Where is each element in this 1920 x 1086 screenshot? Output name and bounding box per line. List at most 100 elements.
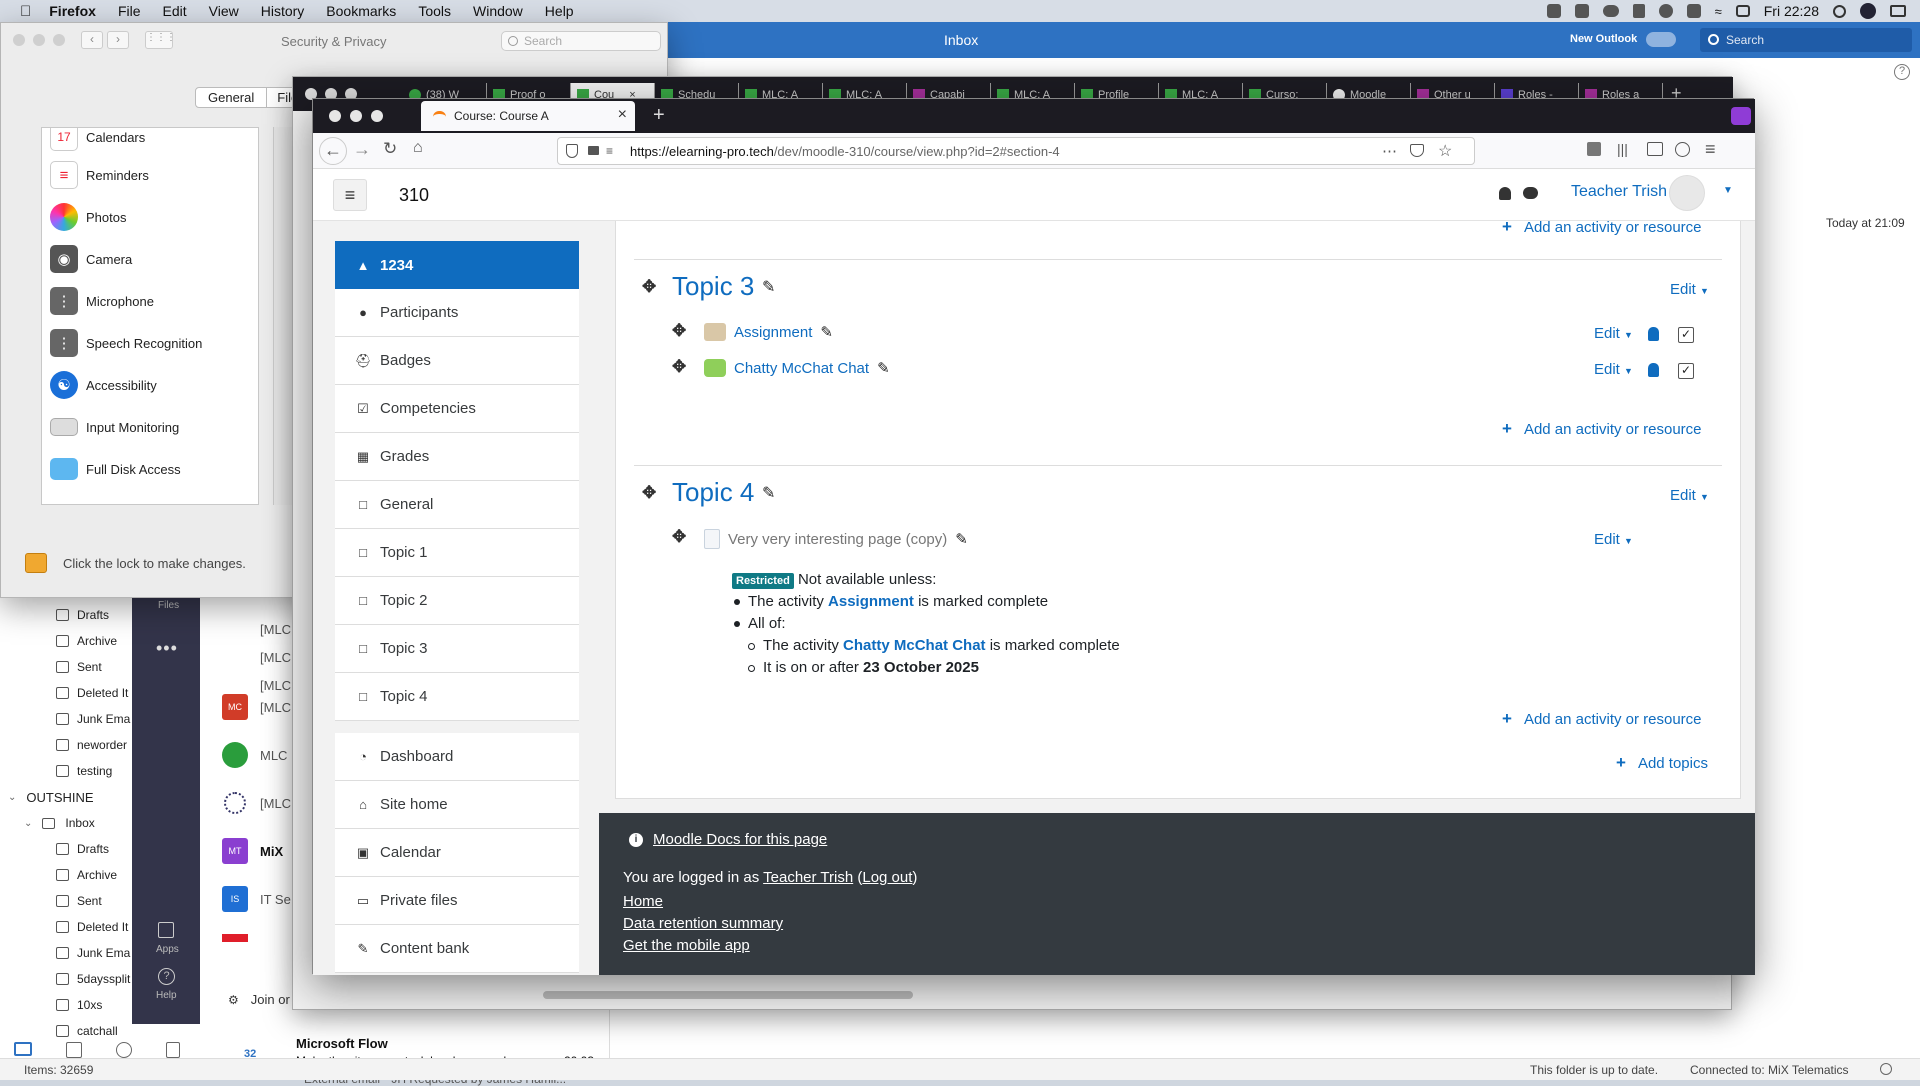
add-topics-link[interactable]: + Add topics — [1616, 753, 1708, 773]
home-icon[interactable]: ⌂ — [413, 139, 423, 157]
list-item[interactable]: [MLC — [260, 678, 291, 693]
activity-edit-menu[interactable]: Edit ▼ — [1594, 325, 1633, 342]
category-photos[interactable]: Photos — [50, 198, 126, 236]
apps-icon[interactable] — [158, 922, 174, 938]
forward-arrow-icon[interactable]: → — [353, 139, 371, 160]
nav-dashboard[interactable]: ◔ Dashboard — [335, 733, 579, 781]
close-icon[interactable]: × — [618, 106, 627, 124]
menu-help[interactable]: Help — [545, 3, 574, 19]
add-activity-link[interactable]: + Add an activity or resource — [1502, 709, 1702, 729]
nav-competencies[interactable]: ☑ Competencies — [335, 385, 579, 433]
profile-link[interactable]: Teacher Trish — [763, 869, 853, 886]
condition-activity-link[interactable]: Chatty McChat Chat — [843, 637, 986, 654]
user-name[interactable]: Teacher Trish — [1571, 183, 1667, 201]
status-icon[interactable] — [1574, 4, 1589, 18]
nav-participants[interactable]: ● Participants — [335, 289, 579, 337]
section-edit-menu[interactable]: Edit ▼ — [1670, 487, 1709, 504]
notification-icon[interactable] — [1890, 5, 1906, 17]
lock-row[interactable]: Click the lock to make changes. — [25, 553, 246, 573]
section-title-topic3[interactable]: Topic 3 — [672, 271, 754, 302]
move-icon[interactable]: ✥ — [642, 277, 656, 297]
more-icon[interactable]: ••• — [156, 638, 178, 659]
site-name[interactable]: 310 — [399, 185, 429, 206]
pocket-icon[interactable] — [1410, 144, 1424, 157]
spotlight-icon[interactable] — [1833, 4, 1846, 18]
drawer-toggle-button[interactable]: ≡ — [333, 179, 367, 211]
folder-item[interactable]: 10xs — [56, 998, 102, 1012]
minimize-button[interactable] — [33, 34, 45, 46]
move-icon[interactable]: ✥ — [672, 321, 686, 341]
sidebar-icon[interactable] — [1647, 142, 1663, 156]
account-header[interactable]: ⌄ OUTSHINE — [8, 790, 94, 805]
menu-history[interactable]: History — [261, 3, 305, 19]
folder-item[interactable]: Sent — [56, 894, 102, 908]
nav-section-topic1[interactable]: □ Topic 1 — [335, 529, 579, 577]
nav-section-topic3[interactable]: □ Topic 3 — [335, 625, 579, 673]
assign-roles-user-icon[interactable] — [1648, 327, 1659, 341]
outlook-help-icon[interactable]: ? — [1894, 64, 1910, 80]
list-item[interactable]: [MLC — [260, 796, 291, 811]
menubar-clock[interactable]: Fri 22:28 — [1764, 3, 1819, 19]
status-icon[interactable] — [1602, 5, 1619, 17]
menu-edit[interactable]: Edit — [163, 3, 187, 19]
list-item[interactable]: [MLC — [260, 700, 291, 715]
close-button[interactable] — [329, 110, 341, 122]
tasks-icon[interactable] — [166, 1042, 180, 1058]
user-menu-caret-icon[interactable]: ▼ — [1723, 185, 1733, 196]
activity-link[interactable]: Very very interesting page (copy) — [728, 531, 947, 548]
messages-icon[interactable] — [1523, 187, 1538, 199]
forward-button[interactable]: › — [107, 31, 129, 49]
add-activity-link[interactable]: + Add an activity or resource — [1502, 221, 1702, 237]
tab-general[interactable]: General — [195, 87, 268, 108]
section-edit-menu[interactable]: Edit ▼ — [1670, 281, 1709, 298]
horizontal-scrollbar[interactable] — [543, 991, 913, 999]
category-calendars[interactable]: 17 Calendars — [50, 128, 145, 156]
activity-assignment[interactable]: Assignment ✎ — [704, 323, 833, 341]
category-accessibility[interactable]: ☯ Accessibility — [50, 366, 157, 404]
folder-inbox[interactable]: ⌄ Inbox — [24, 816, 95, 830]
edit-title-pencil-icon[interactable]: ✎ — [955, 530, 968, 548]
nav-section-general[interactable]: □ General — [335, 481, 579, 529]
category-camera[interactable]: ◉ Camera — [50, 240, 132, 278]
page-actions-icon[interactable]: ⋯ — [1382, 142, 1397, 160]
nav-badges[interactable]: ⛑ Badges — [335, 337, 579, 385]
move-icon[interactable]: ✥ — [672, 357, 686, 377]
folder-item[interactable]: Archive — [56, 868, 117, 882]
nav-section-topic4[interactable]: □ Topic 4 — [335, 673, 579, 721]
mobile-app-link[interactable]: Get the mobile app — [623, 937, 750, 954]
shield-icon[interactable] — [566, 144, 578, 158]
lock-icon[interactable] — [588, 146, 599, 155]
permissions-icon[interactable]: ≡ — [606, 144, 613, 158]
category-reminders[interactable]: ≡ Reminders — [50, 156, 149, 194]
notifications-bell-icon[interactable] — [1499, 187, 1511, 200]
folder-item[interactable]: 5dayssplit — [56, 972, 130, 986]
new-outlook-toggle[interactable] — [1646, 32, 1676, 47]
activity-edit-menu[interactable]: Edit ▼ — [1594, 531, 1633, 548]
folder-item[interactable]: catchall — [56, 1024, 118, 1038]
category-input-monitoring[interactable]: Input Monitoring — [50, 408, 179, 446]
edit-title-pencil-icon[interactable]: ✎ — [877, 359, 890, 377]
tab-active[interactable]: Course: Course A × — [421, 101, 635, 131]
nav-grades[interactable]: ▦ Grades — [335, 433, 579, 481]
back-button[interactable]: ‹ — [81, 31, 103, 49]
folder-item[interactable]: Deleted It — [56, 920, 128, 934]
logout-link[interactable]: Log out — [862, 869, 912, 886]
menu-view[interactable]: View — [209, 3, 239, 19]
folder-item[interactable]: Drafts — [56, 842, 109, 856]
activity-edit-menu[interactable]: Edit ▼ — [1594, 361, 1633, 378]
category-microphone[interactable]: ⋮ Microphone — [50, 282, 154, 320]
activity-link[interactable]: Chatty McChat Chat — [734, 360, 869, 377]
folder-item[interactable]: Junk Ema — [56, 946, 130, 960]
folder-item[interactable]: Archive — [56, 634, 117, 648]
nav-content-bank[interactable]: ✎ Content bank — [335, 925, 579, 973]
activity-chat[interactable]: Chatty McChat Chat ✎ — [704, 359, 890, 377]
menu-tools[interactable]: Tools — [418, 3, 451, 19]
section-title-topic4[interactable]: Topic 4 — [672, 477, 754, 508]
rail-files-label[interactable]: Files — [158, 600, 179, 611]
grid-icon[interactable]: ⋮⋮⋮ — [145, 31, 176, 49]
completion-checkbox[interactable]: ✓ — [1678, 363, 1694, 379]
list-item[interactable]: [MLC — [260, 622, 291, 637]
nav-private-files[interactable]: ▭ Private files — [335, 877, 579, 925]
edit-title-pencil-icon[interactable]: ✎ — [820, 323, 833, 341]
activity-link[interactable]: Assignment — [734, 324, 812, 341]
